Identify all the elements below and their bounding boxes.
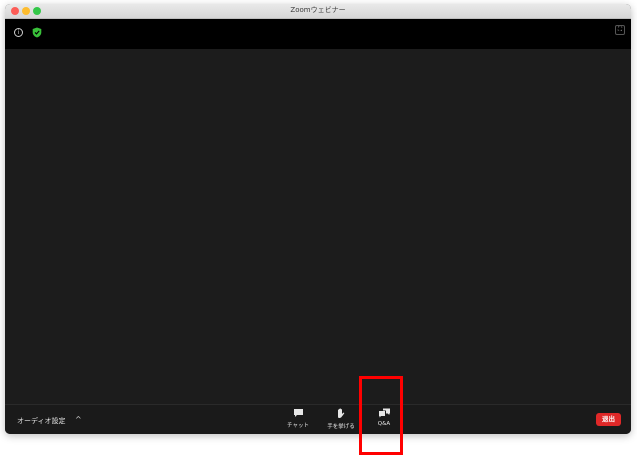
- title-bar: Zoomウェビナー: [5, 4, 631, 19]
- qa-label: Q&A: [377, 421, 391, 427]
- raise-hand-button[interactable]: 手を挙げる: [321, 408, 361, 430]
- chat-button[interactable]: チャット: [278, 408, 318, 429]
- qa-icon: [378, 408, 390, 418]
- window-title: Zoomウェビナー: [290, 6, 346, 14]
- meeting-top-bar: i ⛶: [5, 19, 631, 49]
- audio-options-caret-icon[interactable]: ^: [75, 415, 82, 424]
- leave-button[interactable]: 退出: [596, 413, 621, 426]
- shield-check-icon[interactable]: [32, 27, 42, 38]
- meeting-toolbar: オーディオ設定 ^ チャット 手を挙げる Q&A 退出: [5, 404, 631, 434]
- zoom-webinar-window: Zoomウェビナー i ⛶ オーディオ設定 ^ チャット 手を挙げる Q&A 退…: [5, 4, 631, 434]
- chat-icon: [293, 409, 303, 417]
- info-icon[interactable]: i: [14, 28, 23, 37]
- chat-label: チャット: [287, 423, 309, 429]
- audio-settings-button[interactable]: オーディオ設定: [17, 416, 66, 426]
- raise-hand-label: 手を挙げる: [327, 424, 355, 430]
- video-area: [5, 49, 631, 404]
- qa-button[interactable]: Q&A: [364, 408, 404, 427]
- fullscreen-icon[interactable]: ⛶: [615, 25, 625, 35]
- raise-hand-icon: [338, 408, 345, 418]
